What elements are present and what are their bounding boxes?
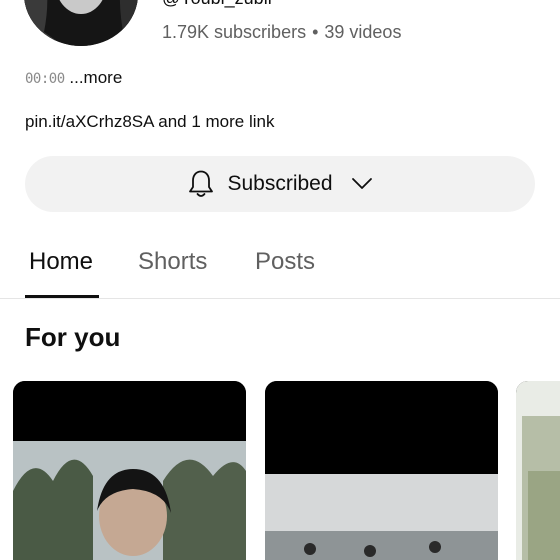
- description-text: 00:00: [25, 71, 65, 87]
- stats-separator: •: [312, 22, 319, 42]
- video-thumbnail: [265, 381, 498, 560]
- bell-icon: [189, 170, 214, 197]
- avatar-image: [24, 0, 138, 46]
- video-card[interactable]: [265, 381, 498, 560]
- subscribed-label: Subscribed: [227, 172, 333, 195]
- channel-handle: @Youbi_zubil: [162, 0, 272, 9]
- channel-avatar[interactable]: [24, 0, 138, 46]
- subscribed-button[interactable]: Subscribed: [25, 156, 535, 212]
- channel-description[interactable]: 00:00 ...more: [25, 68, 122, 88]
- section-title: For you: [25, 322, 121, 352]
- video-thumbnail: [13, 381, 246, 560]
- video-card[interactable]: [516, 381, 560, 560]
- active-tab-indicator: [25, 295, 99, 298]
- video-count: 39 videos: [324, 22, 402, 42]
- channel-tabs: Home Shorts Posts: [0, 232, 560, 299]
- tab-posts[interactable]: Posts: [255, 248, 315, 276]
- chevron-down-icon: [351, 178, 372, 189]
- video-card[interactable]: [13, 381, 246, 560]
- tab-shorts[interactable]: Shorts: [138, 248, 207, 276]
- video-thumbnail: [516, 381, 560, 560]
- channel-stats: 1.79K subscribers • 39 videos: [162, 22, 401, 43]
- more-link[interactable]: ...more: [65, 68, 122, 87]
- channel-links[interactable]: pin.it/aXCrhz8SA and 1 more link: [25, 112, 274, 132]
- subscriber-count: 1.79K subscribers: [162, 22, 307, 42]
- tab-home[interactable]: Home: [29, 248, 93, 276]
